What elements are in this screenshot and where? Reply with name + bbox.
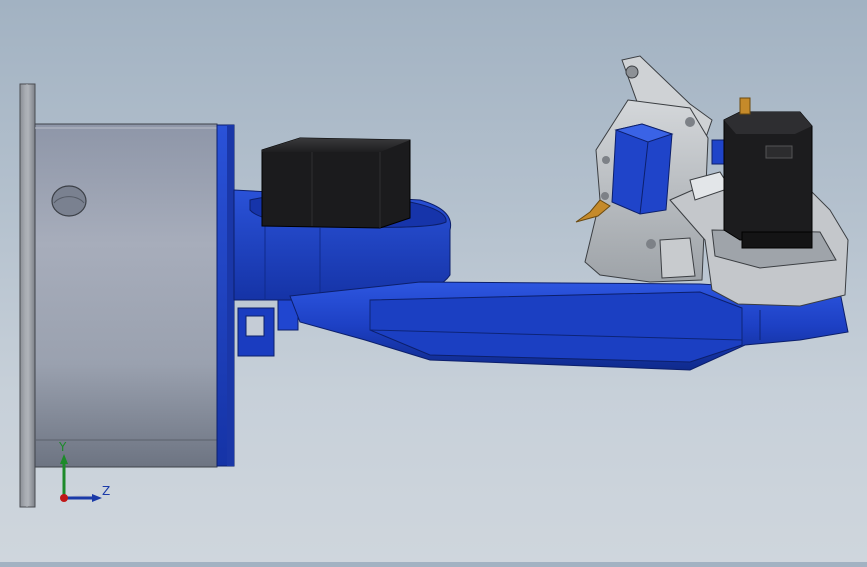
coordinate-triad: Y Z	[44, 440, 124, 520]
base-plate	[19, 83, 36, 508]
base-cylinder	[34, 123, 218, 468]
blue-flange	[216, 124, 235, 467]
x-axis-dot	[60, 494, 68, 502]
wrist-servo	[723, 97, 813, 249]
model-render[interactable]	[0, 0, 867, 562]
graphics-viewport[interactable]: Y Z	[0, 0, 867, 562]
base-servo	[261, 137, 411, 229]
triad-graphic	[60, 454, 102, 502]
z-axis-label: Z	[102, 484, 111, 498]
y-axis-label: Y	[59, 440, 67, 454]
